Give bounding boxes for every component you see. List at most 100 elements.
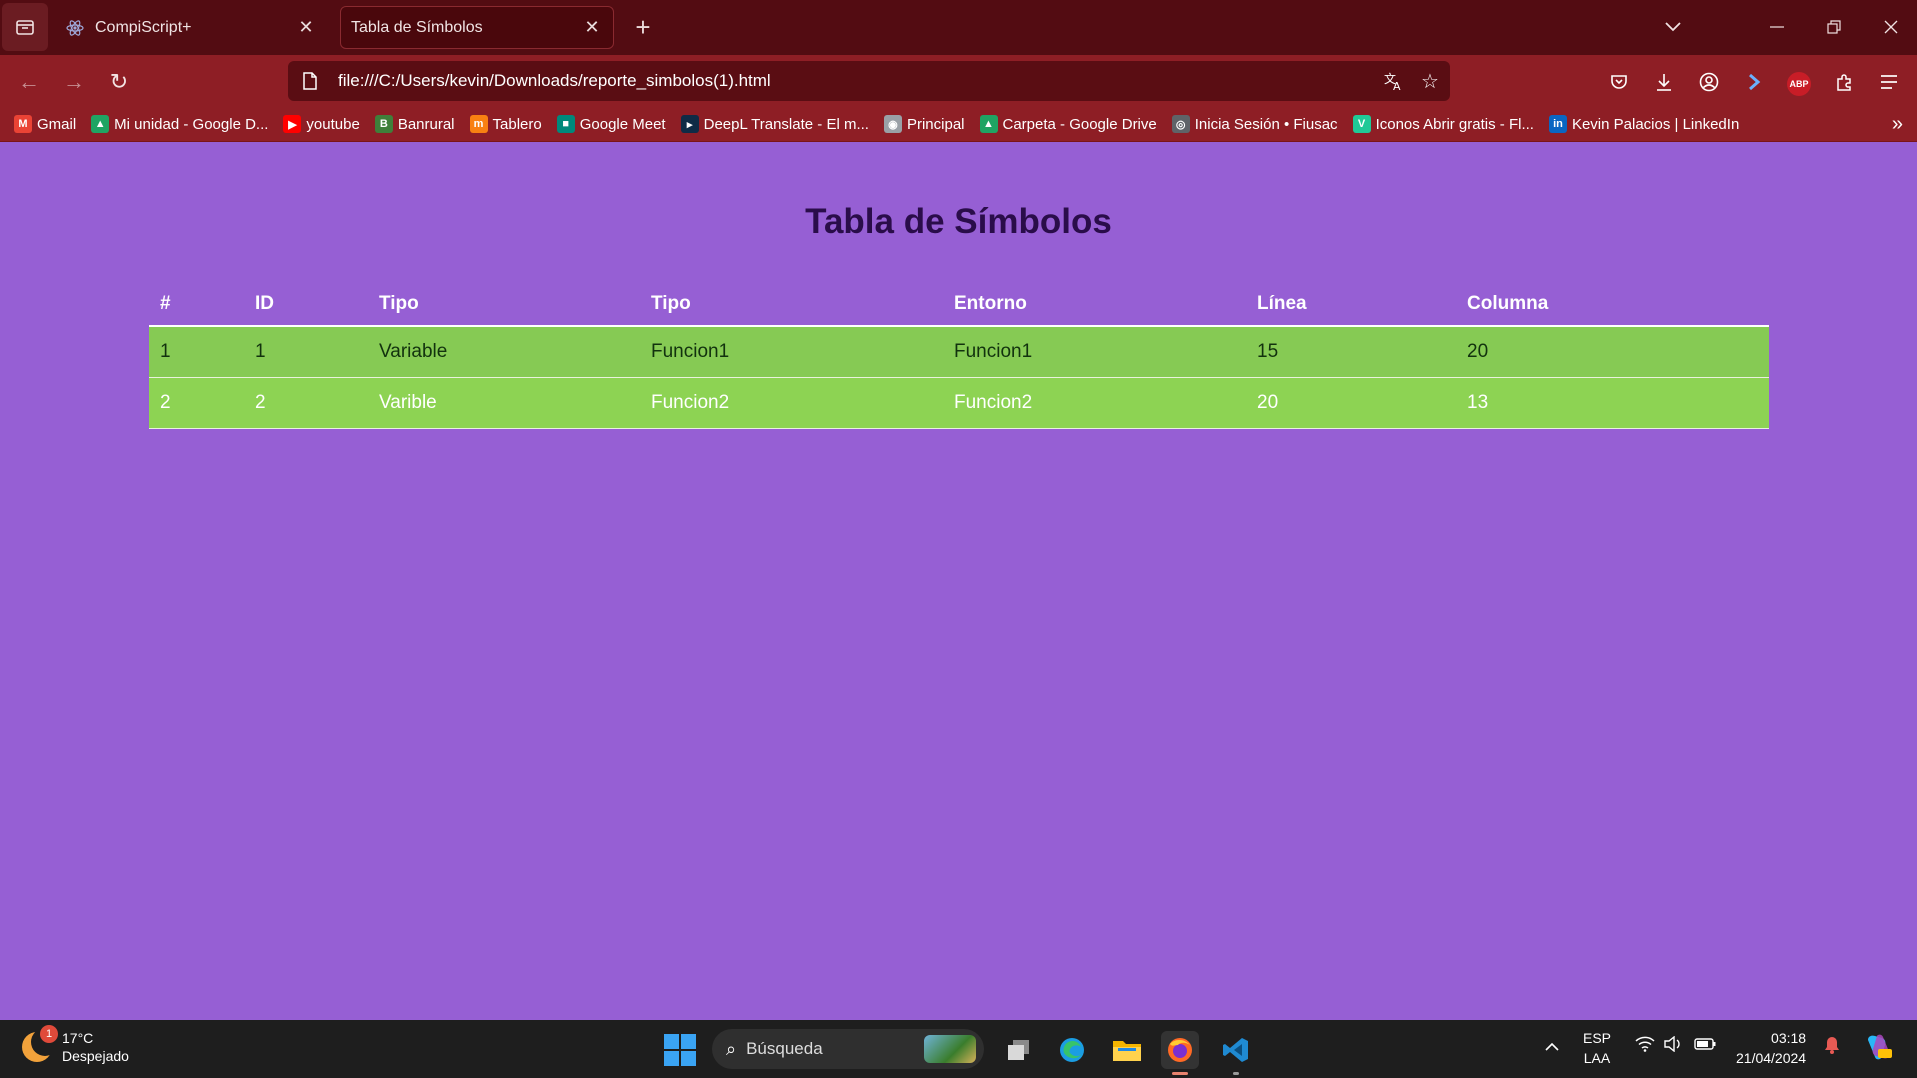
vscode-icon [1223, 1038, 1248, 1062]
copilot-icon[interactable] [1864, 1032, 1894, 1067]
bookmark-item[interactable]: ■ Google Meet [556, 115, 666, 133]
bookmark-item[interactable]: ◎ Inicia Sesión • Fiusac [1171, 115, 1338, 133]
clock-time: 03:18 [1771, 1030, 1807, 1046]
weather-condition: Despejado [62, 1048, 129, 1064]
close-icon[interactable]: ✕ [295, 17, 317, 39]
google-drive-icon: ▲ [91, 115, 110, 133]
adblock-plus-icon[interactable]: ABP [1784, 67, 1814, 97]
restore-icon [1827, 20, 1841, 34]
bookmark-item[interactable]: in Kevin Palacios | LinkedIn [1548, 115, 1739, 133]
forward-button[interactable]: → [57, 65, 91, 99]
new-tab-button[interactable]: + [628, 12, 658, 42]
google-meet-icon: ■ [556, 115, 575, 133]
page-title: Tabla de Símbolos [805, 202, 1112, 241]
bookmark-label: Inicia Sesión • Fiusac [1194, 115, 1338, 133]
tab-compiscript[interactable]: CompiScript+ ✕ [55, 6, 327, 49]
close-icon [1884, 20, 1898, 34]
header-tipo-2: Tipo [640, 282, 943, 327]
bookmark-label: Tablero [492, 115, 542, 133]
symbol-table: # ID Tipo Tipo Entorno Línea Columna 1 1… [149, 282, 1769, 429]
account-icon[interactable] [1694, 67, 1724, 97]
vscode-app-button[interactable] [1217, 1031, 1255, 1075]
wifi-icon[interactable] [1635, 1036, 1655, 1057]
bookmark-star-icon[interactable]: ☆ [1414, 65, 1446, 97]
bookmark-item[interactable]: ▶ youtube [283, 115, 360, 133]
task-view-icon [1008, 1040, 1029, 1060]
table-cell: Funcion2 [640, 377, 943, 429]
bookmark-item[interactable]: ▸ DeepL Translate - El m... [680, 115, 869, 133]
task-view-button[interactable] [1000, 1031, 1038, 1069]
battery-icon[interactable] [1694, 1036, 1716, 1056]
page-icon [300, 71, 320, 91]
bookmark-label: DeepL Translate - El m... [703, 115, 869, 133]
minimize-button[interactable] [1757, 10, 1797, 44]
table-cell: Funcion2 [943, 377, 1246, 429]
firefox-app-button[interactable] [1161, 1031, 1199, 1075]
folder-icon [1113, 1041, 1141, 1061]
file-explorer-button[interactable] [1108, 1031, 1146, 1069]
list-all-tabs-button[interactable] [1653, 10, 1693, 44]
bookmark-item[interactable]: ◉ Principal [883, 115, 965, 133]
bookmark-item[interactable]: ▲ Carpeta - Google Drive [979, 115, 1157, 133]
bookmark-item[interactable]: M Gmail [14, 115, 76, 133]
taskbar: 1 17°C Despejado ⌕ Búsqueda ESP LAA 03:1… [0, 1020, 1917, 1078]
bookmark-label: Gmail [37, 115, 77, 133]
url-bar[interactable]: file:///C:/Users/kevin/Downloads/reporte… [288, 61, 1450, 101]
extensions-puzzle-icon[interactable] [1829, 67, 1859, 97]
bookmark-item[interactable]: m Tablero [469, 115, 542, 133]
search-placeholder: Búsqueda [746, 1039, 823, 1058]
language-code: ESP [1583, 1030, 1612, 1046]
table-row: 1 1 Variable Funcion1 Funcion1 15 20 [149, 326, 1769, 378]
weather-widget[interactable]: 1 17°C Despejado [22, 1025, 129, 1065]
tab-tabla-de-simbolos[interactable]: Tabla de Símbolos ✕ [340, 6, 614, 49]
bookmark-label: Google Meet [579, 115, 666, 133]
menu-icon[interactable] [1874, 67, 1904, 97]
table-cell: Funcion1 [943, 326, 1246, 378]
input-language-indicator[interactable]: ESP LAA [1583, 1028, 1611, 1068]
reload-button[interactable]: ↻ [102, 65, 136, 99]
edge-app-button[interactable] [1053, 1031, 1091, 1069]
start-button[interactable] [664, 1034, 696, 1066]
pocket-icon[interactable] [1604, 67, 1634, 97]
bookmark-label: youtube [306, 115, 360, 133]
url-text[interactable]: file:///C:/Users/kevin/Downloads/reporte… [338, 71, 1378, 91]
show-hidden-icons-button[interactable] [1545, 1036, 1559, 1056]
table-cell: 1 [244, 326, 368, 378]
bookmark-item[interactable]: B Banrural [374, 115, 455, 133]
taskbar-search[interactable]: ⌕ Búsqueda [712, 1029, 984, 1069]
table-header-row: # ID Tipo Tipo Entorno Línea Columna [149, 282, 1769, 327]
chevron-up-icon [1545, 1042, 1559, 1051]
close-window-button[interactable] [1871, 10, 1911, 44]
extension-arrow-icon[interactable] [1739, 67, 1769, 97]
reload-icon: ↻ [109, 69, 129, 94]
table-cell: 2 [149, 377, 244, 429]
clock-date: 21/04/2024 [1736, 1050, 1807, 1066]
back-button[interactable]: ← [12, 65, 46, 99]
clock[interactable]: 03:18 21/04/2024 [1736, 1028, 1806, 1068]
weather-temperature: 17°C [62, 1030, 94, 1046]
download-icon[interactable] [1649, 67, 1679, 97]
table-cell: Varible [368, 377, 640, 429]
search-highlight-image [924, 1035, 976, 1063]
bookmark-label: Mi unidad - Google D... [114, 115, 269, 133]
moodle-icon: m [469, 115, 488, 133]
more-bookmarks-icon[interactable]: » [1892, 113, 1903, 136]
firefox-icon [1168, 1038, 1192, 1062]
restore-button[interactable] [1814, 10, 1854, 44]
translate-icon[interactable]: 文A [1378, 65, 1410, 97]
table-cell: 20 [1246, 377, 1456, 429]
bookmark-item[interactable]: V Iconos Abrir gratis - Fl... [1352, 115, 1534, 133]
tab-title: CompiScript+ [95, 18, 192, 36]
principal-icon: ◉ [883, 115, 902, 133]
notification-bell-icon[interactable] [1824, 1036, 1840, 1059]
header-tipo: Tipo [368, 282, 640, 327]
volume-icon[interactable] [1664, 1035, 1682, 1057]
bookmark-label: Carpeta - Google Drive [1002, 115, 1157, 133]
tab-list-button[interactable] [2, 3, 48, 51]
flaticon-icon: V [1352, 115, 1371, 133]
google-drive-icon: ▲ [979, 115, 998, 133]
close-icon[interactable]: ✕ [581, 17, 603, 39]
table-cell: Variable [368, 326, 640, 378]
bookmark-item[interactable]: ▲ Mi unidad - Google D... [91, 115, 268, 133]
open-app-indicator [1233, 1072, 1239, 1075]
